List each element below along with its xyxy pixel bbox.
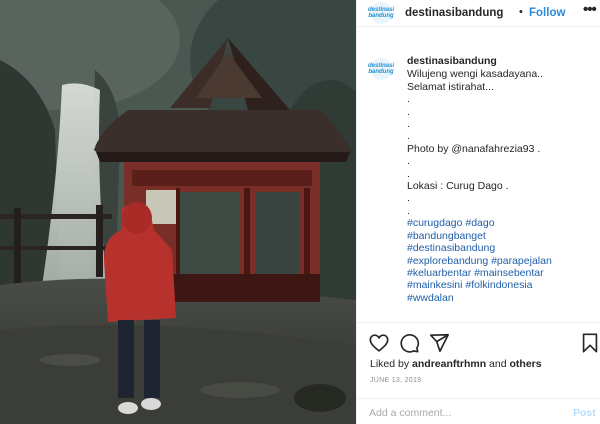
post-photo[interactable] (0, 0, 356, 424)
comment-bar: Post (357, 398, 600, 424)
caption-line: . (407, 192, 410, 205)
avatar[interactable]: destinasi bandung (368, 2, 394, 24)
follow-button[interactable]: Follow (529, 7, 565, 19)
caption-line-location: Lokasi : Curug Dago . (407, 180, 509, 193)
caption-line: Wilujeng wengi kasadayana.. (407, 68, 543, 81)
caption-line: . (407, 118, 410, 131)
hashtag-line[interactable]: #explorebandung #parapejalan (407, 255, 597, 267)
liked-by-label: Liked by (370, 358, 410, 370)
caption-text: destinasibandung Wilujeng wengi kasadaya… (407, 55, 597, 304)
hashtag-line[interactable]: #keluarbentar #mainsebentar (407, 267, 597, 279)
caption-line: . (407, 155, 410, 168)
caption-avatar[interactable]: destinasi bandung (368, 58, 394, 80)
hashtag-line[interactable]: #mainkesini #folkindonesia (407, 279, 597, 291)
post-comment-button[interactable]: Post (573, 407, 596, 419)
heart-icon[interactable] (368, 332, 390, 354)
photo-scene (0, 0, 356, 424)
post-date[interactable]: JUNE 13, 2019 (370, 377, 421, 384)
caption-line: . (407, 130, 410, 143)
caption-line: . (407, 204, 410, 217)
post-details-panel: destinasi bandung destinasibandung • Fol… (356, 0, 600, 424)
liked-and-label: and (489, 358, 507, 370)
caption-line: . (407, 167, 410, 180)
hashtag-line[interactable]: #curugdago #dago (407, 217, 597, 229)
hashtag-line[interactable]: #bandungbanget (407, 230, 597, 242)
caption-line-photo-credit: Photo by @nanafahrezia93 . (407, 142, 541, 155)
bookmark-icon[interactable] (579, 332, 600, 354)
hashtag-line[interactable]: #wwdalan (407, 292, 597, 304)
action-bar (357, 322, 600, 358)
comment-icon[interactable] (398, 332, 420, 354)
post-header: destinasi bandung destinasibandung • Fol… (357, 0, 600, 27)
comment-input[interactable] (369, 405, 559, 421)
caption-username-link[interactable]: destinasibandung (407, 55, 597, 67)
caption-line: . (407, 93, 410, 106)
avatar-logo: destinasi bandung (368, 2, 394, 24)
caption-section: destinasi bandung destinasibandung Wiluj… (357, 52, 600, 322)
liked-user-link[interactable]: andreanftrhmn (412, 358, 486, 370)
separator-dot: • (519, 6, 523, 18)
caption-line: . (407, 105, 410, 118)
liked-others-link[interactable]: others (510, 358, 542, 370)
avatar-logo: destinasi bandung (368, 58, 394, 80)
paper-plane-icon[interactable] (428, 332, 450, 354)
more-options-icon[interactable]: ••• (583, 1, 597, 18)
hashtag-line[interactable]: #destinasibandung (407, 242, 597, 254)
likes-summary: Liked by andreanftrhmn and others (370, 358, 542, 370)
caption-line: Selamat istirahat... (407, 80, 494, 93)
username-link[interactable]: destinasibandung (405, 7, 503, 19)
